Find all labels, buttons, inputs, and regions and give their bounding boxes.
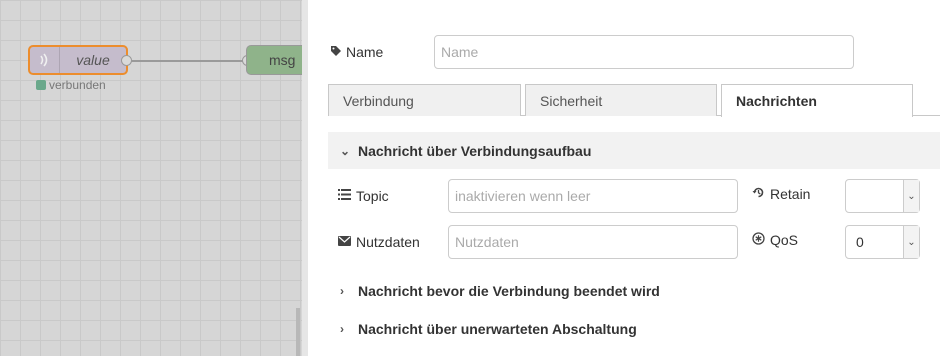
retain-label: Retain xyxy=(752,186,810,202)
topic-label-text: Topic xyxy=(356,188,389,204)
payload-label: Nutzdaten xyxy=(338,234,448,250)
flow-node-value[interactable]: value xyxy=(28,45,128,75)
flow-node-label: msg xyxy=(269,52,296,68)
tab-sicherheit[interactable]: Sicherheit xyxy=(525,84,717,116)
tab-bar: Verbindung Sicherheit Nachrichten xyxy=(328,84,940,117)
status-text: verbunden xyxy=(49,78,106,92)
chevron-down-icon: ⌄ xyxy=(903,226,919,258)
chevron-right-icon: › xyxy=(340,283,344,298)
retain-select[interactable]: ⌄ xyxy=(845,179,920,213)
chevron-down-icon: ⌄ xyxy=(340,143,351,158)
qos-label-text: QoS xyxy=(770,232,799,248)
payload-label-text: Nutzdaten xyxy=(356,234,420,250)
node-edit-panel: Name Verbindung Sicherheit Nachrichten ⌄… xyxy=(302,0,941,356)
history-icon xyxy=(752,186,765,202)
name-input[interactable] xyxy=(434,35,854,69)
node-status: verbunden xyxy=(36,78,106,92)
name-label: Name xyxy=(330,44,434,60)
topic-row: Topic xyxy=(338,179,738,213)
radio-waves-icon xyxy=(30,47,60,73)
retain-label-text: Retain xyxy=(770,186,811,202)
section-title: Nachricht bevor die Verbindung beendet w… xyxy=(358,282,660,299)
topic-label: Topic xyxy=(338,188,448,204)
section-birth-message[interactable]: ⌄ Nachricht über Verbindungsaufbau xyxy=(328,132,940,169)
section-close-message[interactable]: › Nachricht bevor die Verbindung beendet… xyxy=(328,272,940,309)
chevron-right-icon: › xyxy=(340,321,344,336)
tab-verbindung[interactable]: Verbindung xyxy=(328,84,521,116)
chevron-down-icon: ⌄ xyxy=(903,180,919,212)
tag-icon xyxy=(330,45,342,60)
payload-input[interactable] xyxy=(448,225,738,259)
list-icon xyxy=(338,189,351,203)
flow-node-label: value xyxy=(76,52,110,68)
asterisk-circle-icon xyxy=(752,232,765,248)
topic-input[interactable] xyxy=(448,179,738,213)
status-dot-icon xyxy=(36,80,46,90)
section-will-message[interactable]: › Nachricht über unerwarteten Abschaltun… xyxy=(328,310,940,347)
payload-row: Nutzdaten xyxy=(338,225,738,259)
qos-value: 0 xyxy=(856,234,864,250)
qos-select[interactable]: 0 ⌄ xyxy=(845,225,920,259)
section-title: Nachricht über unerwarteten Abschaltung xyxy=(358,320,637,337)
flow-wire[interactable] xyxy=(131,60,243,62)
flow-node-msg[interactable]: msg xyxy=(246,45,302,75)
tab-nachrichten[interactable]: Nachrichten xyxy=(721,84,913,117)
envelope-icon xyxy=(338,235,351,249)
section-title: Nachricht über Verbindungsaufbau xyxy=(358,142,592,159)
name-row: Name xyxy=(330,35,854,69)
workspace-scrollbar[interactable] xyxy=(296,308,300,356)
flow-workspace[interactable]: value msg verbunden xyxy=(0,0,302,356)
qos-label: QoS xyxy=(752,232,798,248)
name-label-text: Name xyxy=(346,44,384,60)
